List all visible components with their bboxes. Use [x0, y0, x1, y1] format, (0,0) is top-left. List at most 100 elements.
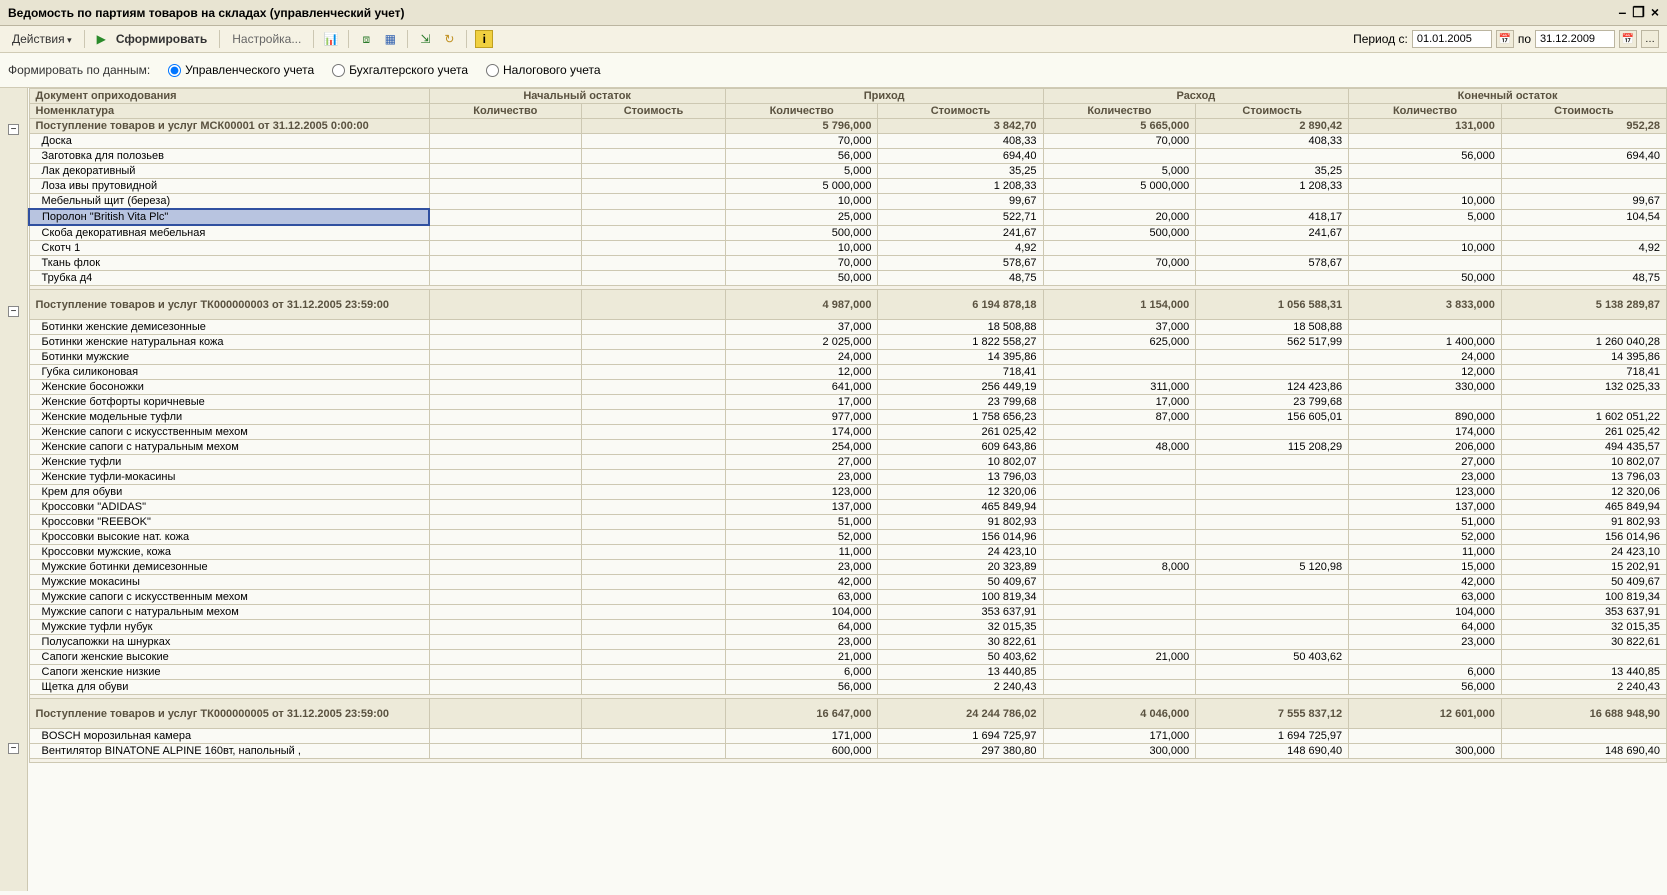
table-row[interactable]: Женские сапоги с искусственным мехом174,…	[29, 425, 1667, 440]
calendar-to-icon[interactable]: 📅	[1619, 30, 1637, 48]
actions-button[interactable]: Действия	[8, 30, 76, 48]
table-row[interactable]: Женские босоножки641,000256 449,19311,00…	[29, 380, 1667, 395]
table-row[interactable]: Мебельный щит (береза)10,00099,6710,0009…	[29, 194, 1667, 210]
header-cost: Стоимость	[878, 104, 1043, 119]
refresh-icon[interactable]: ↻	[440, 30, 458, 48]
period-to-label: по	[1518, 32, 1531, 46]
table-row[interactable]: Ботинки мужские24,00014 395,8624,00014 3…	[29, 350, 1667, 365]
table-row[interactable]: Доска70,000408,3370,000408,33	[29, 134, 1667, 149]
table-row[interactable]: Кроссовки высокие нат. кожа52,000156 014…	[29, 530, 1667, 545]
header-nomenclature: Номенклатура	[29, 104, 429, 119]
header-document: Документ оприходования	[29, 89, 429, 104]
report-table: Документ оприходования Начальный остаток…	[28, 88, 1667, 763]
group-row[interactable]: Поступление товаров и услуг ТК000000003 …	[29, 290, 1667, 320]
table-row[interactable]: Скоба декоративная мебельная500,000241,6…	[29, 225, 1667, 241]
table-row[interactable]: Мужские туфли нубук64,00032 015,3564,000…	[29, 620, 1667, 635]
export-icon[interactable]: ⇲	[416, 30, 434, 48]
tree-icon[interactable]: ⧈	[357, 30, 375, 48]
collapse-icon[interactable]: −	[8, 306, 19, 317]
radio-accounting[interactable]: Бухгалтерского учета	[332, 63, 468, 77]
play-icon: ▶	[97, 32, 106, 46]
separator	[348, 30, 349, 48]
table-row[interactable]: Кроссовки мужские, кожа11,00024 423,1011…	[29, 545, 1667, 560]
period-to-input[interactable]	[1535, 30, 1615, 48]
grid-icon[interactable]: ▦	[381, 30, 399, 48]
table-row[interactable]: Женские модельные туфли977,0001 758 656,…	[29, 410, 1667, 425]
calendar-from-icon[interactable]: 📅	[1496, 30, 1514, 48]
separator	[407, 30, 408, 48]
window-controls: – ❐ ×	[1618, 4, 1659, 21]
radio-accounting-input[interactable]	[332, 64, 345, 77]
window-title-bar: Ведомость по партиям товаров на складах …	[0, 0, 1667, 26]
table-row[interactable]: Женские туфли-мокасины23,00013 796,0323,…	[29, 470, 1667, 485]
period-from-input[interactable]	[1412, 30, 1492, 48]
header-qty: Количество	[1043, 104, 1196, 119]
table-row[interactable]: Ткань флок70,000578,6770,000578,67	[29, 256, 1667, 271]
table-row[interactable]: Кроссовки "REEBOK"51,00091 802,9351,0009…	[29, 515, 1667, 530]
table-row[interactable]: Скотч 110,0004,9210,0004,92	[29, 241, 1667, 256]
collapse-icon[interactable]: −	[8, 743, 19, 754]
table-row[interactable]: Сапоги женские низкие6,00013 440,856,000…	[29, 665, 1667, 680]
table-row[interactable]: Поролон "British Vita Plc"25,000522,7120…	[29, 209, 1667, 225]
header-cost: Стоимость	[1501, 104, 1666, 119]
header-end: Конечный остаток	[1349, 89, 1667, 104]
report-area: − − − Документ оприходования Начальный ост…	[0, 88, 1667, 891]
table-row[interactable]: Женские туфли27,00010 802,0727,00010 802…	[29, 455, 1667, 470]
table-row[interactable]: Щетка для обуви56,0002 240,4356,0002 240…	[29, 680, 1667, 695]
filter-bar: Формировать по данным: Управленческого у…	[0, 53, 1667, 88]
collapse-icon[interactable]: −	[8, 124, 19, 135]
table-row[interactable]: Женские сапоги с натуральным мехом254,00…	[29, 440, 1667, 455]
header-expense: Расход	[1043, 89, 1349, 104]
radio-management-input[interactable]	[168, 64, 181, 77]
window-title: Ведомость по партиям товаров на складах …	[8, 6, 405, 20]
filter-label: Формировать по данным:	[8, 63, 150, 77]
header-income: Приход	[725, 89, 1043, 104]
minimize-icon[interactable]: –	[1618, 4, 1626, 21]
table-row[interactable]: Трубка д450,00048,7550,00048,75	[29, 271, 1667, 286]
header-cost: Стоимость	[1196, 104, 1349, 119]
table-row[interactable]: Мужские сапоги с искусственным мехом63,0…	[29, 590, 1667, 605]
close-icon[interactable]: ×	[1651, 4, 1659, 21]
table-row[interactable]: Сапоги женские высокие21,00050 403,6221,…	[29, 650, 1667, 665]
period-more-icon[interactable]: …	[1641, 30, 1659, 48]
separator	[313, 30, 314, 48]
period-label: Период с:	[1353, 32, 1408, 46]
radio-tax[interactable]: Налогового учета	[486, 63, 601, 77]
separator	[84, 30, 85, 48]
header-qty: Количество	[1349, 104, 1502, 119]
table-row[interactable]: Мужские сапоги с натуральным мехом104,00…	[29, 605, 1667, 620]
table-row[interactable]: Полусапожки на шнурках23,00030 822,6123,…	[29, 635, 1667, 650]
chart-icon[interactable]: 📊	[322, 30, 340, 48]
group-row[interactable]: Поступление товаров и услуг МСК00001 от …	[29, 119, 1667, 134]
separator-row	[29, 759, 1667, 763]
table-row[interactable]: Вентилятор BINATONE ALPINE 160вт, наполь…	[29, 744, 1667, 759]
table-row[interactable]: Кроссовки "ADIDAS"137,000465 849,94137,0…	[29, 500, 1667, 515]
table-row[interactable]: Лак декоративный5,00035,255,00035,25	[29, 164, 1667, 179]
table-row[interactable]: Женские ботфорты коричневые17,00023 799,…	[29, 395, 1667, 410]
form-button[interactable]: Сформировать	[112, 30, 211, 48]
table-row[interactable]: Мужские мокасины42,00050 409,6742,00050 …	[29, 575, 1667, 590]
table-scroll[interactable]: Документ оприходования Начальный остаток…	[28, 88, 1667, 891]
table-row[interactable]: Лоза ивы прутовидной5 000,0001 208,335 0…	[29, 179, 1667, 194]
table-row[interactable]: BOSCH морозильная камера171,0001 694 725…	[29, 729, 1667, 744]
maximize-icon[interactable]: ❐	[1632, 4, 1645, 21]
help-icon[interactable]: i	[475, 30, 493, 48]
separator	[219, 30, 220, 48]
table-row[interactable]: Губка силиконовая12,000718,4112,000718,4…	[29, 365, 1667, 380]
radio-management[interactable]: Управленческого учета	[168, 63, 314, 77]
group-row[interactable]: Поступление товаров и услуг ТК000000005 …	[29, 699, 1667, 729]
table-row[interactable]: Крем для обуви123,00012 320,06123,00012 …	[29, 485, 1667, 500]
outline-gutter: − − −	[0, 88, 28, 891]
toolbar: Действия ▶ Сформировать Настройка... 📊 ⧈…	[0, 26, 1667, 53]
settings-button[interactable]: Настройка...	[228, 30, 305, 48]
header-start: Начальный остаток	[429, 89, 725, 104]
table-row[interactable]: Мужские ботинки демисезонные23,00020 323…	[29, 560, 1667, 575]
period-controls: Период с: 📅 по 📅 …	[1353, 30, 1659, 48]
header-qty: Количество	[725, 104, 878, 119]
table-row[interactable]: Ботинки женские демисезонные37,00018 508…	[29, 320, 1667, 335]
radio-tax-input[interactable]	[486, 64, 499, 77]
table-row[interactable]: Заготовка для полозьев56,000694,4056,000…	[29, 149, 1667, 164]
header-cost: Стоимость	[582, 104, 726, 119]
table-row[interactable]: Ботинки женские натуральная кожа2 025,00…	[29, 335, 1667, 350]
header-qty: Количество	[429, 104, 582, 119]
